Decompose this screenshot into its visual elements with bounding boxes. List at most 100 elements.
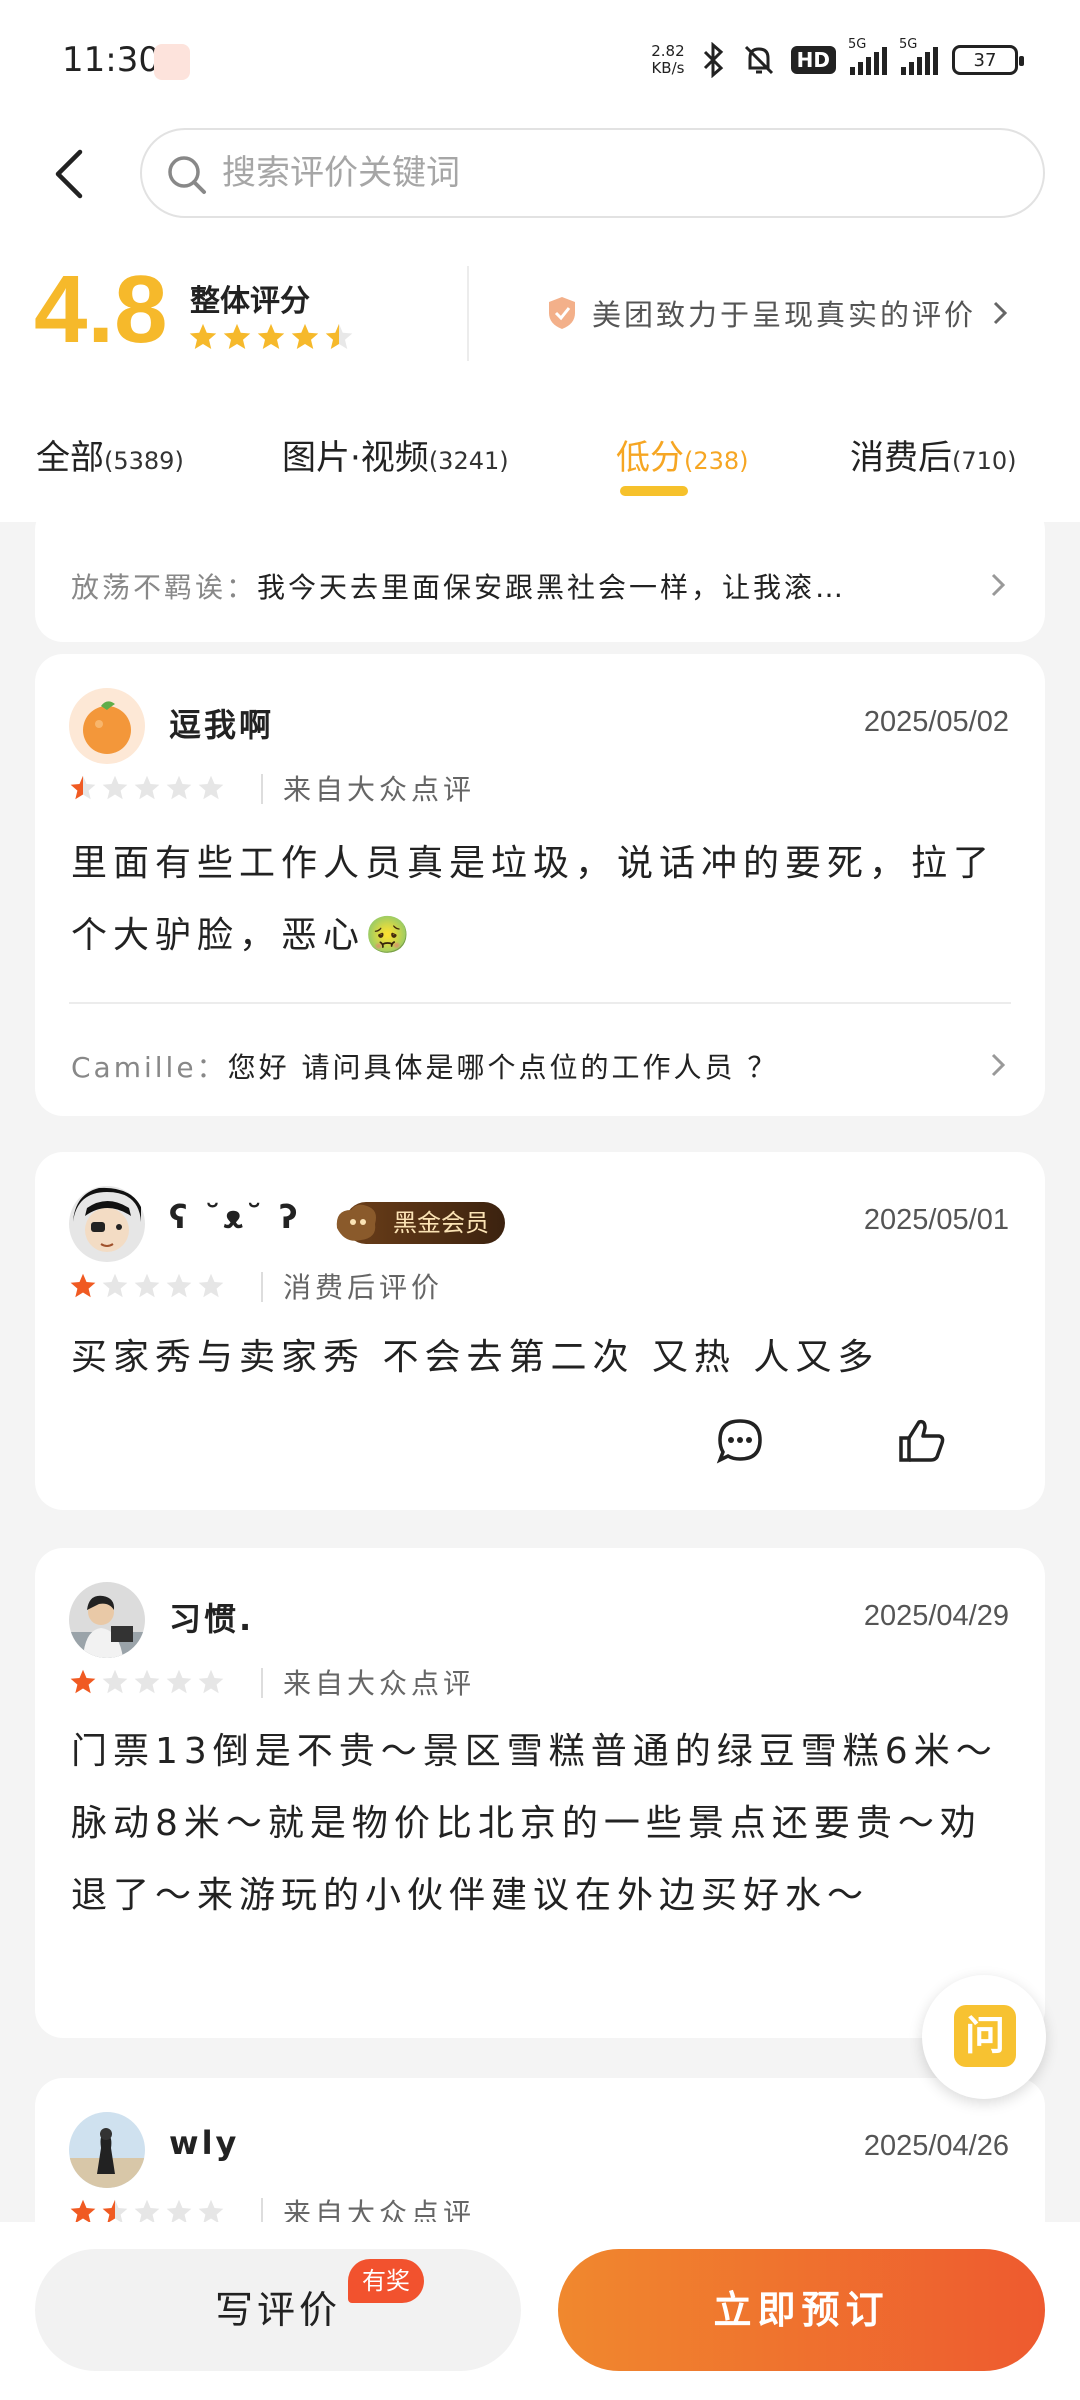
signal-1-label: 5G bbox=[848, 37, 867, 52]
active-tab-indicator bbox=[620, 486, 688, 496]
star-rating bbox=[69, 1668, 225, 1696]
chevron-right-icon[interactable] bbox=[985, 572, 1011, 598]
star-icon bbox=[257, 323, 285, 349]
hd-icon: HD bbox=[790, 46, 836, 74]
ask-question-button[interactable]: 问 bbox=[922, 1975, 1046, 2099]
star-icon bbox=[102, 1273, 128, 1298]
review-card[interactable]: wly 2025/04/26 来自大众点评 bbox=[35, 2078, 1045, 2222]
avatar[interactable] bbox=[69, 688, 145, 764]
tab-all-label: 全部 bbox=[36, 438, 104, 478]
review-card[interactable]: 逗我啊 2025/05/02 来自大众点评 里面有些工作人员真是垃圾，说话冲的要… bbox=[35, 654, 1045, 1116]
overall-stars bbox=[188, 322, 354, 352]
back-arrow-icon[interactable] bbox=[42, 144, 102, 204]
username[interactable]: wly bbox=[169, 2124, 239, 2162]
tab-all[interactable]: 全部(5389) bbox=[36, 430, 184, 479]
shield-icon bbox=[549, 297, 575, 329]
search-icon bbox=[168, 156, 206, 194]
tab-media-label: 图片·视频 bbox=[282, 438, 429, 478]
review-date: 2025/04/26 bbox=[863, 2130, 1009, 2162]
reply-author: Camille： bbox=[71, 1051, 228, 1084]
review-source: 来自大众点评 bbox=[283, 773, 476, 806]
avatar[interactable] bbox=[69, 1186, 145, 1262]
star-icon bbox=[198, 1669, 224, 1694]
star-icon bbox=[198, 775, 224, 800]
avatar[interactable] bbox=[69, 1582, 145, 1658]
battery-icon: 37 bbox=[952, 45, 1024, 75]
filter-tabs: 全部(5389) 图片·视频(3241) 低分(238) 消费后(710) bbox=[0, 386, 1080, 522]
reply-text: 您好 请问具体是哪个点位的工作人员 ？ bbox=[227, 1051, 779, 1084]
tab-after-count: (710) bbox=[952, 447, 1017, 475]
tab-after-purchase[interactable]: 消费后(710) bbox=[850, 430, 1017, 479]
merchant-reply[interactable]: Camille：您好 请问具体是哪个点位的工作人员 ？ bbox=[71, 1046, 965, 1086]
tab-media-count: (3241) bbox=[428, 447, 509, 475]
net-speed-unit: KB/s bbox=[651, 59, 685, 77]
username[interactable]: 逗我啊 bbox=[169, 700, 274, 746]
review-card[interactable]: 习惯. 2025/04/29 来自大众点评 门票13倒是不贵～景区雪糕普通的绿豆… bbox=[35, 1548, 1045, 2038]
status-bar: 11:30 2.82 KB/s HD 5G 5G 37 bbox=[0, 0, 1080, 120]
star-icon bbox=[325, 323, 353, 349]
net-speed: 2.82 KB/s bbox=[651, 43, 684, 77]
review-card-partial[interactable]: 放荡不羁诶：我今天去里面保安跟黑社会一样，让我滚… bbox=[35, 522, 1045, 642]
authenticity-promise[interactable]: 美团致力于呈现真实的评价 bbox=[546, 292, 1010, 334]
signal-2-label: 5G bbox=[899, 37, 918, 52]
star-icon bbox=[189, 323, 217, 349]
review-text: 里面有些工作人员真是垃圾，说话冲的要死，拉了个大驴脸，恶心🤢 bbox=[71, 843, 996, 956]
net-speed-value: 2.82 bbox=[651, 42, 685, 60]
search-input[interactable] bbox=[222, 148, 1002, 198]
username[interactable]: ʕ ˘ᴥ˘ ʔ bbox=[169, 1198, 301, 1236]
tab-media[interactable]: 图片·视频(3241) bbox=[282, 430, 509, 479]
star-icon bbox=[198, 1273, 224, 1298]
star-icon bbox=[166, 2199, 192, 2222]
signal-icon-1: 5G bbox=[848, 37, 887, 75]
search-box[interactable] bbox=[140, 128, 1045, 218]
reply-divider bbox=[69, 1002, 1011, 1004]
reply-preview[interactable]: 放荡不羁诶：我今天去里面保安跟黑社会一样，让我滚… bbox=[71, 566, 965, 606]
bluetooth-icon bbox=[703, 42, 723, 78]
review-feed[interactable]: 放荡不羁诶：我今天去里面保安跟黑社会一样，让我滚… 逗我啊 2025/05/02… bbox=[0, 522, 1080, 2222]
app-notification-icon bbox=[154, 44, 190, 80]
rating-divider bbox=[261, 2198, 263, 2222]
star-icon bbox=[166, 775, 192, 800]
star-icon bbox=[70, 775, 96, 800]
review-card[interactable]: ʕ ˘ᴥ˘ ʔ 黑金会员 2025/05/01 消费后评价 买家秀与卖家秀 不会… bbox=[35, 1152, 1045, 1510]
reward-badge: 有奖 bbox=[348, 2259, 424, 2303]
review-date: 2025/05/02 bbox=[863, 706, 1009, 738]
star-icon bbox=[134, 2199, 160, 2222]
rating-divider bbox=[261, 1272, 263, 1302]
rating-summary: 4.8 整体评分 美团致力于呈现真实的评价 bbox=[0, 226, 1080, 386]
review-date: 2025/05/01 bbox=[863, 1204, 1009, 1236]
star-icon bbox=[102, 775, 128, 800]
star-icon bbox=[134, 1669, 160, 1694]
status-icons: 2.82 KB/s HD 5G 5G 37 bbox=[651, 37, 1024, 82]
star-icon bbox=[134, 775, 160, 800]
avatar[interactable] bbox=[69, 2112, 145, 2188]
rating-divider bbox=[261, 774, 263, 804]
comment-icon[interactable] bbox=[715, 1416, 765, 1466]
star-icon bbox=[223, 323, 251, 349]
write-review-button[interactable]: 写评价 bbox=[35, 2249, 521, 2371]
star-icon bbox=[70, 1273, 96, 1298]
chevron-right-icon[interactable] bbox=[985, 1052, 1011, 1078]
star-rating bbox=[69, 774, 225, 802]
star-rating bbox=[69, 2198, 225, 2222]
star-rating bbox=[69, 1272, 225, 1300]
ask-icon: 问 bbox=[954, 2005, 1016, 2067]
review-text: 买家秀与卖家秀 不会去第二次 又热 人又多 bbox=[71, 1337, 880, 1378]
review-source: 来自大众点评 bbox=[283, 2197, 476, 2222]
mute-bell-icon bbox=[744, 45, 773, 75]
username[interactable]: 习惯. bbox=[169, 1594, 254, 1640]
promise-text: 美团致力于呈现真实的评价 bbox=[592, 298, 977, 332]
like-icon[interactable] bbox=[897, 1416, 947, 1466]
tab-low-count: (238) bbox=[684, 447, 749, 475]
summary-divider bbox=[467, 266, 469, 361]
review-date: 2025/04/29 bbox=[863, 1600, 1009, 1632]
bottom-action-bar: 写评价 有奖 立即预订 bbox=[0, 2222, 1080, 2400]
star-icon bbox=[134, 1273, 160, 1298]
chevron-right-icon bbox=[993, 301, 1008, 325]
reply-author: 放荡不羁诶： bbox=[71, 571, 258, 604]
tab-low-score[interactable]: 低分(238) bbox=[616, 430, 749, 479]
book-now-button[interactable]: 立即预订 bbox=[558, 2249, 1045, 2371]
tab-after-label: 消费后 bbox=[850, 438, 952, 478]
star-icon bbox=[102, 2199, 128, 2222]
star-icon bbox=[70, 1669, 96, 1694]
